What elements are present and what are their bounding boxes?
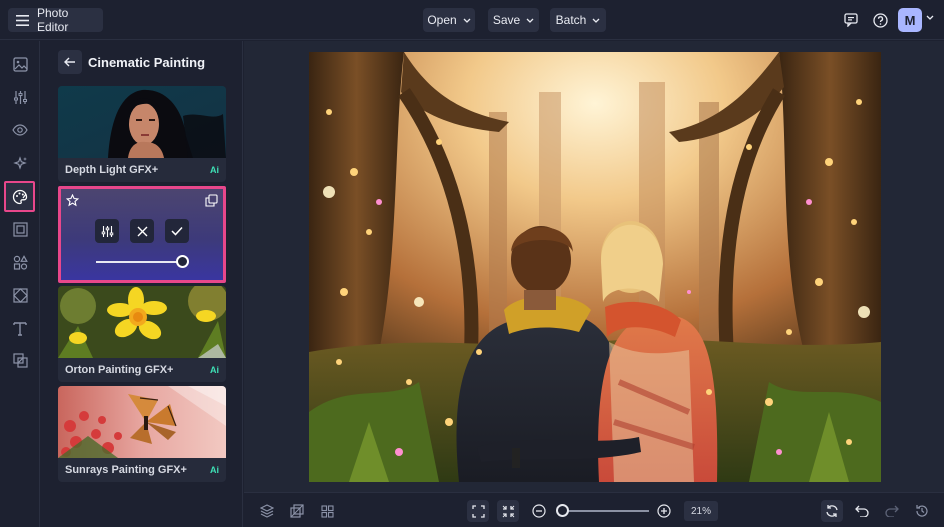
effect-card-active[interactable] [58, 186, 226, 283]
intensity-slider-handle[interactable] [176, 255, 189, 268]
actual-size-button[interactable] [497, 500, 519, 522]
effect-card-label: Sunrays Painting GFX+ Ai [58, 458, 226, 482]
chevron-down-icon[interactable] [926, 15, 934, 20]
edited-photo[interactable] [309, 52, 881, 482]
undo-icon [855, 505, 869, 517]
frame-icon [12, 221, 28, 237]
zoom-in-button[interactable] [653, 500, 675, 522]
adjust-icon [13, 90, 28, 105]
open-label: Open [427, 13, 457, 27]
sunrays-painting-thumbnail [58, 386, 226, 458]
fit-screen-button[interactable] [467, 500, 489, 522]
panel-title: Cinematic Painting [88, 55, 206, 70]
effect-card-depth-light[interactable]: Depth Light GFX+ Ai [58, 86, 226, 182]
ai-badge: Ai [210, 365, 219, 375]
top-bar: Photo Editor Open Save Batch M [0, 0, 944, 40]
rail-item-sparkle[interactable] [8, 151, 32, 175]
orton-painting-thumbnail [58, 286, 226, 358]
reset-button[interactable] [821, 500, 843, 522]
save-button[interactable]: Save [488, 8, 539, 32]
expand-icon [471, 504, 485, 518]
grid-button[interactable] [316, 500, 338, 522]
hamburger-icon [16, 14, 29, 26]
avatar[interactable]: M [898, 8, 922, 32]
grid-icon [320, 504, 334, 518]
ai-badge: Ai [210, 465, 219, 475]
image-icon [12, 56, 28, 72]
apply-button[interactable] [165, 219, 189, 243]
open-button[interactable]: Open [423, 8, 475, 32]
feedback-button[interactable] [840, 9, 862, 31]
rail-item-graphics[interactable] [8, 250, 32, 274]
cancel-button[interactable] [130, 219, 154, 243]
text-icon [13, 321, 27, 336]
palette-icon [12, 189, 28, 205]
effects-panel: Cinematic Painting Depth Light GFX+ Ai O… [41, 41, 243, 527]
zoom-level[interactable]: 21% [684, 501, 718, 521]
menu-button[interactable]: Photo Editor [8, 6, 103, 34]
intensity-slider-track[interactable] [96, 261, 181, 263]
effect-card-sunrays-painting[interactable]: Sunrays Painting GFX+ Ai [58, 386, 226, 482]
graphics-icon [13, 254, 28, 270]
chevron-down-icon [526, 18, 534, 23]
shrink-icon [502, 505, 515, 518]
save-label: Save [492, 13, 521, 27]
sparkle-icon [12, 155, 28, 171]
sliders-icon [101, 225, 114, 238]
chevron-down-icon [592, 18, 600, 23]
depth-light-thumbnail [58, 86, 226, 158]
tool-rail [0, 41, 40, 527]
effect-settings-button[interactable] [95, 219, 119, 243]
overlay-icon [12, 352, 28, 368]
chat-icon [844, 13, 858, 27]
batch-button[interactable]: Batch [550, 8, 606, 32]
redo-icon [885, 505, 899, 517]
effect-name: Orton Painting GFX+ [65, 364, 174, 376]
effect-name: Depth Light GFX+ [65, 164, 159, 176]
layers-button[interactable] [256, 500, 278, 522]
compare-icon [290, 504, 304, 518]
rail-item-frame[interactable] [8, 217, 32, 241]
texture-icon [12, 287, 28, 303]
effect-card-label: Depth Light GFX+ Ai [58, 158, 226, 182]
layers-icon [260, 504, 274, 518]
batch-label: Batch [555, 13, 587, 27]
arrow-left-icon [64, 57, 76, 67]
app-title: Photo Editor [37, 6, 69, 34]
rail-item-overlay[interactable] [8, 348, 32, 372]
zoom-slider-handle[interactable] [556, 504, 569, 517]
zoom-slider-track[interactable] [561, 510, 649, 512]
effect-card-label: Orton Painting GFX+ Ai [58, 358, 226, 382]
eye-icon [12, 124, 28, 136]
zoom-out-button[interactable] [528, 500, 550, 522]
duplicate-icon[interactable] [205, 194, 218, 207]
rail-item-text[interactable] [8, 316, 32, 340]
minus-circle-icon [532, 504, 546, 518]
back-button[interactable] [58, 50, 82, 74]
canvas-area [244, 41, 944, 492]
help-icon [872, 12, 888, 28]
chevron-down-icon [463, 18, 471, 23]
ai-badge: Ai [210, 165, 219, 175]
redo-button[interactable] [881, 500, 903, 522]
history-button[interactable] [911, 500, 933, 522]
rail-item-adjust[interactable] [8, 85, 32, 109]
effect-card-orton-painting[interactable]: Orton Painting GFX+ Ai [58, 286, 226, 382]
close-icon [137, 226, 148, 237]
check-icon [171, 226, 183, 236]
rail-item-eye[interactable] [8, 118, 32, 142]
refresh-icon [825, 504, 839, 518]
compare-button[interactable] [286, 500, 308, 522]
plus-circle-icon [657, 504, 671, 518]
bottom-bar: 21% [244, 492, 944, 527]
help-button[interactable] [869, 9, 891, 31]
rail-item-palette[interactable] [4, 181, 35, 212]
undo-button[interactable] [851, 500, 873, 522]
effect-name: Sunrays Painting GFX+ [65, 464, 187, 476]
rail-item-image[interactable] [8, 52, 32, 76]
rail-item-texture[interactable] [8, 283, 32, 307]
star-icon[interactable] [66, 194, 79, 207]
history-icon [915, 504, 929, 518]
